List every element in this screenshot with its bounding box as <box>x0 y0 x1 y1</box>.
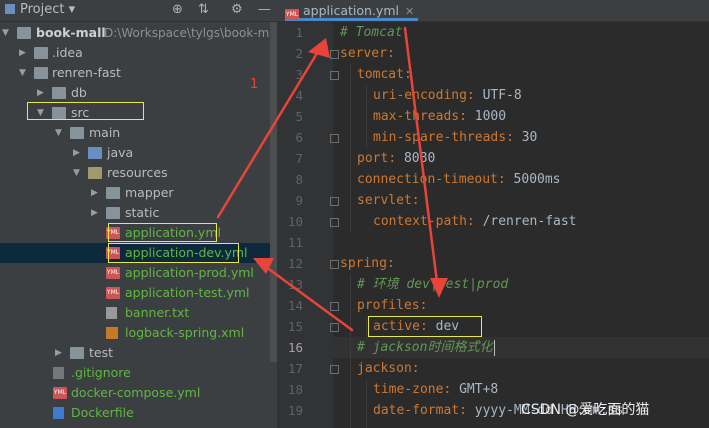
watermark: CSDN @爱吃面的猫 <box>521 402 650 418</box>
arrow-to-line-1 <box>216 43 324 219</box>
arrow-head <box>430 278 448 298</box>
arrow-to-profiles <box>403 26 440 292</box>
arrow-head <box>308 38 330 58</box>
ide-window: Project ▾ ⊕ ⇅ ⚙ — ▼ book-mall D:\Workspa… <box>0 0 709 428</box>
annotation-arrows <box>216 26 448 332</box>
arrow-to-application-dev <box>260 262 354 332</box>
